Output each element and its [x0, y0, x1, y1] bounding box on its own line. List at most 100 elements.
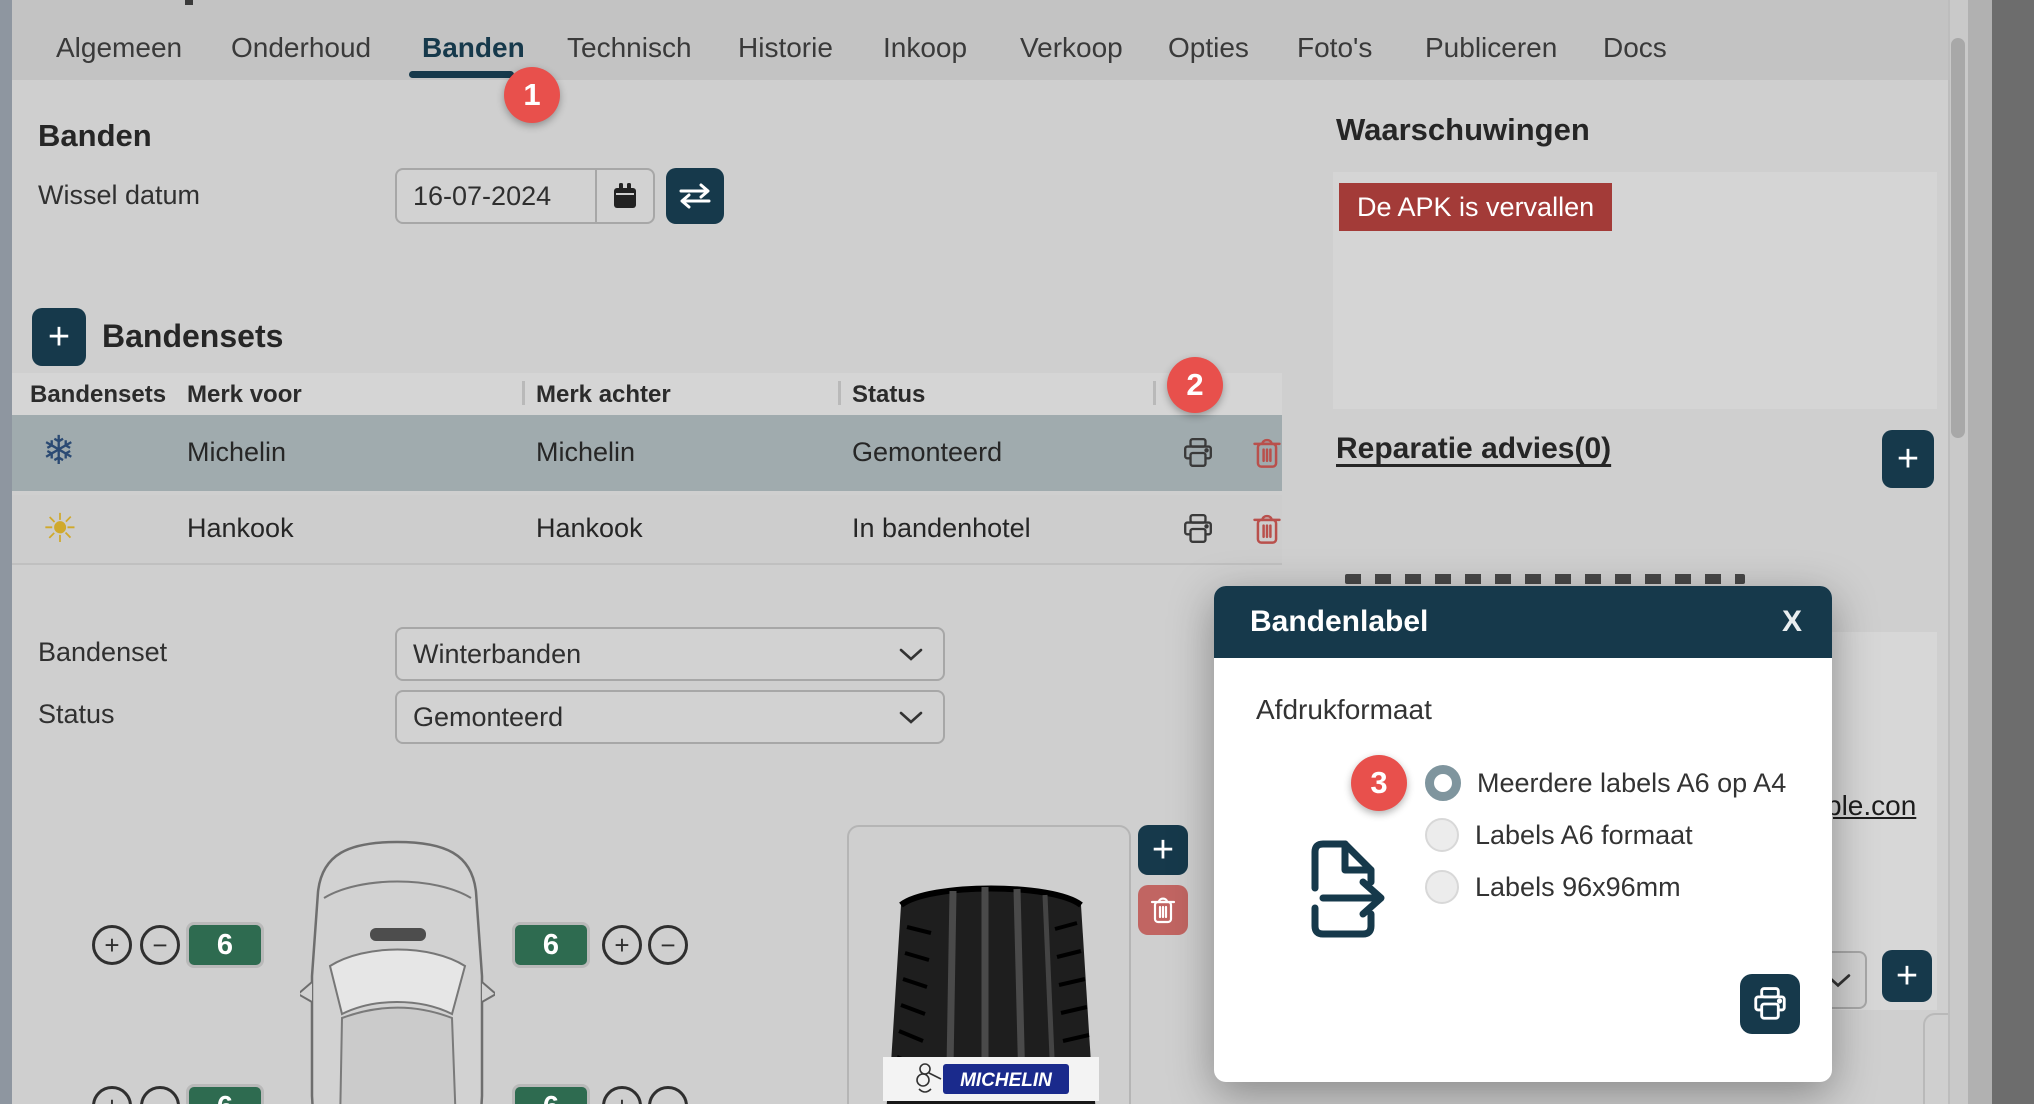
apk-warning-badge: De APK is vervallen [1339, 183, 1612, 231]
tab-onderhoud[interactable]: Onderhoud [231, 32, 371, 64]
sidebar-add-button[interactable]: + [1882, 950, 1932, 1002]
col-merk-voor: Merk voor [187, 381, 302, 409]
clipped-top-text [185, 0, 193, 5]
trash-icon [1150, 895, 1176, 925]
radio-option-a6-op-a4[interactable]: Meerdere labels A6 op A4 [1425, 765, 1786, 801]
tab-verkoop[interactable]: Verkoop [1020, 32, 1123, 64]
bandenset-select[interactable]: Winterbanden [395, 627, 945, 681]
front-right-increase-button[interactable]: + [602, 925, 642, 965]
wissel-datum-input[interactable]: 16-07-2024 [395, 168, 655, 224]
tab-technisch[interactable]: Technisch [567, 32, 692, 64]
cell-status: In bandenhotel [852, 513, 1031, 544]
radio-label: Labels 96x96mm [1475, 872, 1681, 903]
radio-unselected-icon[interactable] [1425, 870, 1459, 904]
chevron-down-icon [899, 711, 923, 724]
modal-print-button[interactable] [1740, 974, 1800, 1034]
print-row-button[interactable] [1180, 513, 1216, 550]
trash-icon [1252, 436, 1282, 470]
radio-label: Labels A6 formaat [1475, 820, 1693, 851]
bandenset-label: Bandenset [38, 637, 167, 668]
tab-algemeen[interactable]: Algemeen [56, 32, 182, 64]
cell-status: Gemonteerd [852, 437, 1002, 468]
front-right-decrease-button[interactable]: − [648, 925, 688, 965]
tire-brand-label: MICHELIN [960, 1070, 1053, 1091]
radio-option-a6-formaat[interactable]: Labels A6 formaat [1425, 818, 1693, 852]
printer-icon [1751, 986, 1789, 1022]
left-edge-strip [0, 0, 12, 1104]
car-top-view-diagram [300, 836, 495, 1104]
scrollbar-gutter [1968, 0, 1992, 1104]
calendar-icon [611, 182, 639, 210]
column-divider [838, 381, 841, 405]
email-link-fragment[interactable]: ple.con [1826, 790, 1916, 822]
scrollbar-thumb[interactable] [1951, 38, 1965, 438]
chevron-down-icon [899, 648, 923, 661]
table-header: Bandensets Merk voor Merk achter Status [12, 373, 1282, 415]
wissel-datum-label: Wissel datum [38, 180, 200, 211]
plus-icon: + [1896, 955, 1918, 998]
calendar-button[interactable] [595, 170, 653, 222]
front-left-pressure-value: 6 [186, 922, 264, 968]
modal-title: Bandenlabel [1250, 605, 1428, 639]
trash-icon [1252, 512, 1282, 546]
wissel-datum-value: 16-07-2024 [397, 181, 595, 212]
bandenset-value: Winterbanden [413, 639, 581, 670]
repair-advice-title[interactable]: Reparatie advies(0) [1336, 432, 1611, 466]
step-badge-2: 2 [1167, 357, 1223, 413]
delete-row-button[interactable] [1252, 436, 1282, 475]
col-bandensets: Bandensets [30, 381, 166, 409]
table-row-summer[interactable]: ☀ Hankook Hankook In bandenhotel [12, 495, 1282, 565]
snowflake-icon: ❄ [42, 431, 76, 471]
sun-icon: ☀ [42, 509, 78, 549]
status-label: Status [38, 699, 115, 730]
tab-historie[interactable]: Historie [738, 32, 833, 64]
radio-label: Meerdere labels A6 op A4 [1477, 768, 1786, 799]
bandensets-section-title: Bandensets [102, 318, 283, 355]
tire-image: MICHELIN [849, 827, 1131, 1104]
delete-row-button[interactable] [1252, 512, 1282, 551]
modal-header: Bandenlabel X [1214, 586, 1832, 658]
tab-fotos[interactable]: Foto's [1297, 32, 1372, 64]
table-row-winter[interactable]: ❄ Michelin Michelin Gemonteerd [12, 415, 1282, 491]
col-merk-achter: Merk achter [536, 381, 671, 409]
cell-merk-achter: Hankook [536, 513, 643, 544]
tire-photo: MICHELIN [847, 825, 1131, 1104]
rear-left-pressure-value: 6 [186, 1084, 264, 1104]
plus-icon: + [1152, 829, 1174, 872]
add-bandenset-button[interactable]: + [32, 308, 86, 366]
obscured-heading [1345, 574, 1745, 584]
rear-right-pressure-value: 6 [512, 1084, 590, 1104]
cell-merk-voor: Michelin [187, 437, 286, 468]
col-status: Status [852, 381, 925, 409]
printer-icon [1180, 513, 1216, 545]
tab-inkoop[interactable]: Inkoop [883, 32, 967, 64]
bandenlabel-modal: Bandenlabel X Afdrukformaat Meerdere lab… [1214, 586, 1832, 1082]
add-repair-advice-button[interactable]: + [1882, 430, 1934, 488]
cell-merk-voor: Hankook [187, 513, 294, 544]
tab-publiceren[interactable]: Publiceren [1425, 32, 1557, 64]
status-value: Gemonteerd [413, 702, 563, 733]
status-select[interactable]: Gemonteerd [395, 690, 945, 744]
delete-tire-photo-button[interactable] [1138, 885, 1188, 935]
radio-unselected-icon[interactable] [1425, 818, 1459, 852]
export-document-icon [1291, 832, 1391, 944]
print-row-button[interactable] [1180, 437, 1216, 474]
radio-option-96x96[interactable]: Labels 96x96mm [1425, 870, 1681, 904]
tab-banden[interactable]: Banden [422, 32, 525, 64]
tab-opties[interactable]: Opties [1168, 32, 1249, 64]
front-left-increase-button[interactable]: + [92, 925, 132, 965]
print-format-label: Afdrukformaat [1256, 694, 1432, 726]
step-badge-3: 3 [1351, 755, 1407, 811]
front-right-pressure-value: 6 [512, 922, 590, 968]
plus-icon: + [48, 316, 70, 359]
cell-merk-achter: Michelin [536, 437, 635, 468]
page-title: Banden [38, 118, 152, 154]
warnings-title: Waarschuwingen [1336, 112, 1590, 148]
close-icon[interactable]: X [1782, 605, 1802, 639]
active-tab-underline [409, 71, 514, 78]
front-left-decrease-button[interactable]: − [140, 925, 180, 965]
swap-tyres-button[interactable] [666, 168, 724, 224]
tab-docs[interactable]: Docs [1603, 32, 1667, 64]
radio-selected-icon[interactable] [1425, 765, 1461, 801]
add-tire-photo-button[interactable]: + [1138, 825, 1188, 875]
